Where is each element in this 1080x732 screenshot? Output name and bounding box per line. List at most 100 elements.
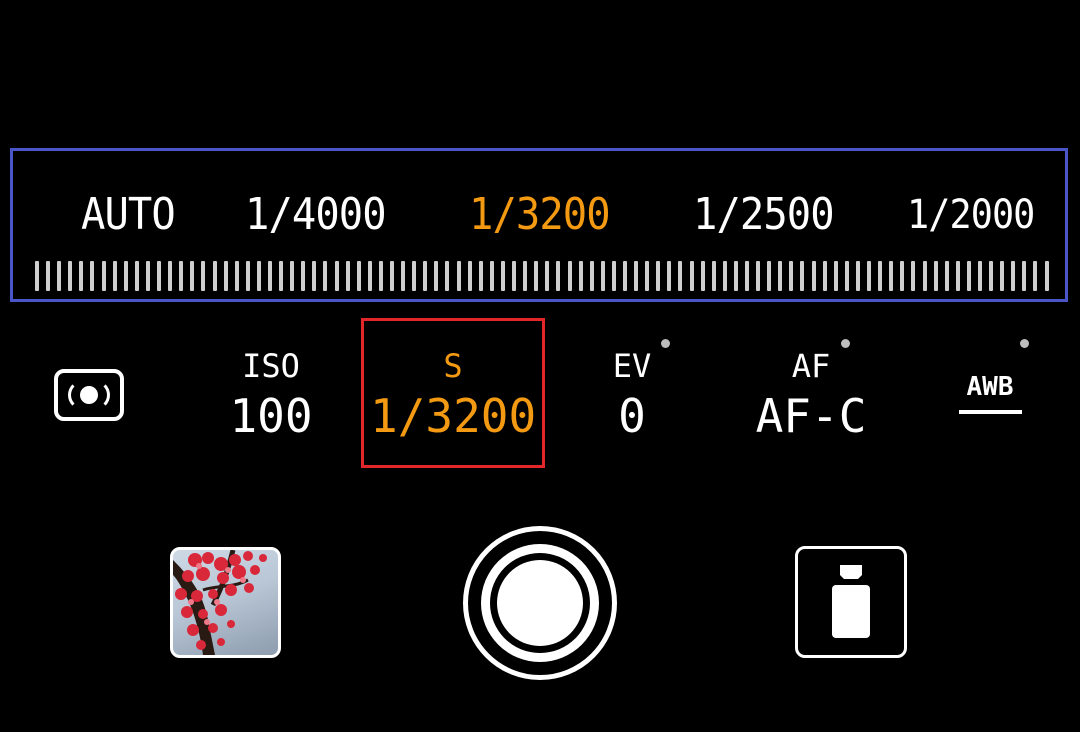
dial-tick (756, 261, 761, 291)
dial-tick (667, 261, 672, 291)
dial-tick (134, 261, 139, 291)
iso-control[interactable]: ISO 100 (222, 348, 320, 444)
metering-dot (80, 386, 98, 404)
dial-tick (889, 261, 894, 291)
plum-blossom-image (173, 550, 267, 655)
awb-underline (959, 410, 1022, 414)
wb-indicator-dot (1020, 339, 1029, 348)
dial-tick (534, 261, 539, 291)
dial-tick (611, 261, 616, 291)
dial-tick (323, 261, 328, 291)
dial-tick (378, 261, 383, 291)
dial-tick (390, 261, 394, 291)
dial-tick (157, 261, 162, 291)
dial-tick (778, 261, 783, 291)
dial-tick (223, 261, 228, 291)
ev-control[interactable]: EV 0 (592, 348, 672, 444)
dial-option-1-2500[interactable]: 1/2500 (693, 187, 835, 243)
dial-tick (279, 261, 284, 291)
dial-tick (955, 261, 960, 291)
dial-tick (989, 261, 994, 291)
dial-option-1-4000[interactable]: 1/4000 (245, 187, 387, 243)
dial-tick (933, 261, 938, 291)
dial-tick (589, 261, 594, 291)
dial-tick (634, 261, 639, 291)
dial-tick (922, 261, 927, 291)
dial-tick (201, 261, 206, 291)
dial-tick (833, 261, 838, 291)
dial-tick (412, 261, 417, 291)
ev-label: EV (612, 347, 652, 385)
dial-tick (689, 261, 694, 291)
dial-tick (312, 261, 317, 291)
dial-tick (966, 261, 971, 291)
shutter-button[interactable] (463, 526, 617, 680)
dial-tick (512, 261, 517, 291)
dial-tick (600, 261, 605, 291)
lens-switch-icon (832, 565, 870, 638)
dial-tick (456, 261, 461, 291)
dial-tick (145, 261, 150, 291)
dial-tick (356, 261, 361, 291)
dial-tick (656, 261, 661, 291)
dial-tick (234, 261, 239, 291)
dial-tick (567, 261, 572, 291)
dial-tick (523, 261, 528, 291)
shutter-value: 1/3200 (370, 389, 537, 443)
shutter-label: S (443, 347, 463, 385)
dial-tick (212, 261, 217, 291)
lens-switch-button[interactable] (795, 546, 907, 658)
ev-indicator-dot (661, 339, 670, 348)
dial-tick (722, 261, 727, 291)
dial-tick (1022, 261, 1027, 291)
dial-tick (190, 261, 195, 291)
dial-tick (35, 261, 39, 291)
dial-tick (467, 261, 472, 291)
ev-value: 0 (618, 389, 646, 443)
dial-option-auto[interactable]: AUTO (81, 187, 176, 243)
dial-tick (112, 261, 117, 291)
dial-tick (733, 261, 738, 291)
dial-tick (855, 261, 860, 291)
dial-tick (745, 261, 749, 291)
dial-tick (711, 261, 716, 291)
shutter-speed-dial[interactable]: AUTO 1/4000 1/3200 1/2500 1/2000 (10, 148, 1068, 302)
iso-label: ISO (242, 347, 300, 385)
dial-tick (900, 261, 905, 291)
dial-tick (478, 261, 483, 291)
dial-tick (267, 261, 272, 291)
white-balance-button[interactable]: AWB (958, 372, 1022, 402)
dial-tick (101, 261, 106, 291)
dial-tick (301, 261, 306, 291)
dial-tick (844, 261, 849, 291)
dial-tick (811, 261, 816, 291)
dial-tick (944, 261, 949, 291)
dial-tick (500, 261, 505, 291)
dial-tick (911, 261, 916, 291)
dial-tick (68, 261, 73, 291)
gallery-thumbnail[interactable] (170, 547, 281, 658)
metering-mode-icon[interactable] (54, 369, 124, 421)
dial-tick-scale[interactable] (35, 261, 1049, 291)
dial-option-1-2000[interactable]: 1/2000 (907, 187, 1035, 243)
dial-tick (334, 261, 339, 291)
dial-tick (367, 261, 372, 291)
iso-value: 100 (229, 389, 313, 443)
dial-tick (977, 261, 982, 291)
dial-tick (645, 261, 650, 291)
dial-tick (179, 261, 184, 291)
af-control[interactable]: AF AF-C (740, 348, 882, 444)
dial-option-1-3200[interactable]: 1/3200 (469, 187, 611, 243)
shutter-control[interactable]: S 1/3200 (370, 348, 536, 444)
dial-tick (578, 261, 583, 291)
dial-tick (423, 261, 428, 291)
dial-tick (867, 261, 872, 291)
dial-tick (79, 261, 84, 291)
dial-tick (46, 261, 51, 291)
dial-tick (1033, 261, 1038, 291)
dial-tick (290, 261, 295, 291)
dial-tick (434, 261, 439, 291)
dial-tick (545, 261, 550, 291)
af-value: AF-C (755, 389, 867, 443)
dial-tick (767, 261, 772, 291)
